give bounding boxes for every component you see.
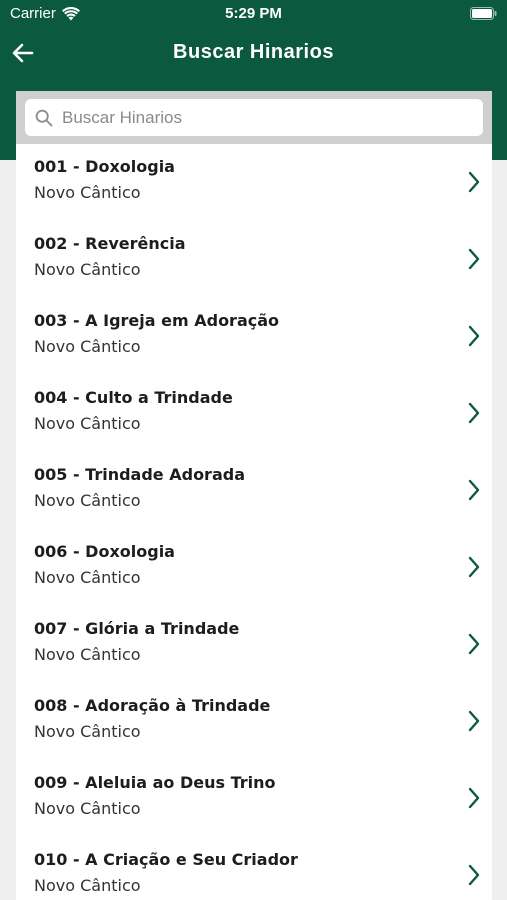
chevron-right-icon [468,248,480,270]
list-item[interactable]: 008 - Adoração à Trindade Novo Cântico [16,683,492,760]
list-item[interactable]: 001 - Doxologia Novo Cântico [16,144,492,221]
search-icon [35,109,53,126]
list-item[interactable]: 006 - Doxologia Novo Cântico [16,529,492,606]
hymnal-name: Novo Cântico [34,876,141,895]
search-input[interactable] [62,107,462,128]
hymn-title: 010 - A Criação e Seu Criador [34,850,298,869]
hymnal-name: Novo Cântico [34,337,141,356]
chevron-right-icon [468,171,480,193]
list-item[interactable]: 005 - Trindade Adorada Novo Cântico [16,452,492,529]
chevron-right-icon [468,479,480,501]
chevron-right-icon [468,710,480,732]
chevron-right-icon [468,864,480,886]
hymn-title: 004 - Culto a Trindade [34,388,233,407]
hymnal-name: Novo Cântico [34,722,141,741]
hymnal-name: Novo Cântico [34,645,141,664]
search-field-container[interactable] [25,99,483,136]
hymn-title: 008 - Adoração à Trindade [34,696,271,715]
chevron-right-icon [468,325,480,347]
hymn-title: 003 - A Igreja em Adoração [34,311,280,330]
search-bar [16,91,492,144]
hymnal-name: Novo Cântico [34,491,141,510]
hymnal-name: Novo Cântico [34,568,141,587]
hymn-title: 001 - Doxologia [34,157,175,176]
chevron-right-icon [468,787,480,809]
page-title: Buscar Hinarios [173,41,334,63]
battery-icon [470,7,497,20]
status-time: 5:29 PM [225,5,282,22]
hymnal-name: Novo Cântico [34,183,141,202]
hymn-title: 002 - Reverência [34,234,186,253]
hymn-title: 009 - Aleluia ao Deus Trino [34,773,276,792]
list-item[interactable]: 009 - Aleluia ao Deus Trino Novo Cântico [16,760,492,837]
hymn-title: 007 - Glória a Trindade [34,619,240,638]
navigation-bar: Buscar Hinarios [0,28,507,78]
list-item[interactable]: 003 - A Igreja em Adoração Novo Cântico [16,298,492,375]
hymn-list: 001 - Doxologia Novo Cântico 002 - Rever… [16,144,492,900]
hymn-title: 006 - Doxologia [34,542,175,561]
list-item[interactable]: 002 - Reverência Novo Cântico [16,221,492,298]
chevron-right-icon [468,556,480,578]
status-bar: Carrier 5:29 PM [0,0,507,28]
hymnal-name: Novo Cântico [34,260,141,279]
hymnal-name: Novo Cântico [34,414,141,433]
hymn-list-card: 001 - Doxologia Novo Cântico 002 - Rever… [16,91,492,900]
list-item[interactable]: 004 - Culto a Trindade Novo Cântico [16,375,492,452]
list-item[interactable]: 007 - Glória a Trindade Novo Cântico [16,606,492,683]
hymnal-name: Novo Cântico [34,799,141,818]
chevron-right-icon [468,402,480,424]
chevron-right-icon [468,633,480,655]
list-item[interactable]: 010 - A Criação e Seu Criador Novo Cânti… [16,837,492,900]
hymn-title: 005 - Trindade Adorada [34,465,245,484]
